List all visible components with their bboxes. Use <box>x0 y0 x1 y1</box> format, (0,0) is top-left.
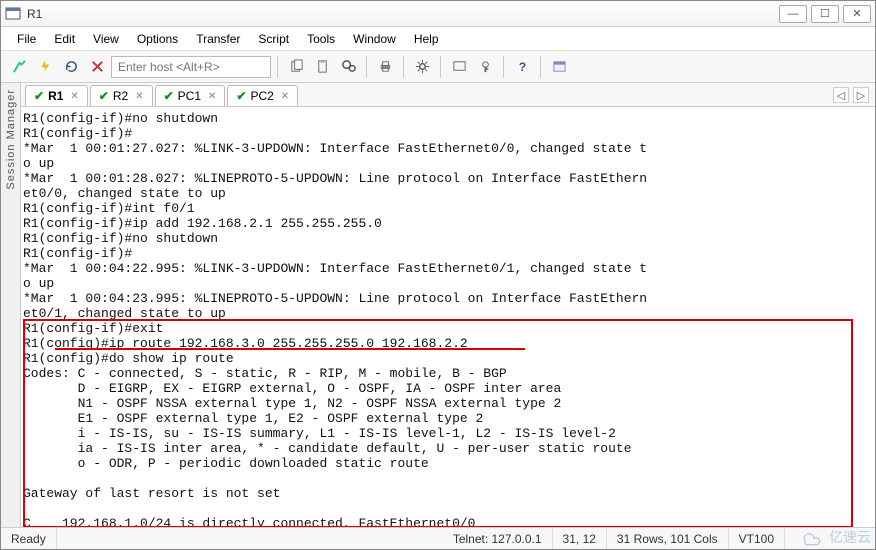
menu-bar: File Edit View Options Transfer Script T… <box>1 27 875 51</box>
check-icon: ✔ <box>99 89 109 103</box>
toolbar: ? <box>1 51 875 83</box>
disconnect-icon[interactable] <box>85 55 109 79</box>
check-icon: ✔ <box>34 89 44 103</box>
menu-help[interactable]: Help <box>406 29 447 49</box>
session-manager-label: Session Manager <box>5 89 17 190</box>
tab-label: PC1 <box>178 89 201 103</box>
terminal-output[interactable]: R1(config-if)#no shutdown R1(config-if)#… <box>21 107 875 527</box>
tab-pc2[interactable]: ✔ PC2 ✕ <box>227 85 298 106</box>
menu-file[interactable]: File <box>9 29 44 49</box>
find-icon[interactable] <box>336 55 360 79</box>
menu-view[interactable]: View <box>85 29 127 49</box>
session-icon[interactable] <box>447 55 471 79</box>
status-telnet: Telnet: 127.0.0.1 <box>443 528 553 549</box>
menu-edit[interactable]: Edit <box>46 29 83 49</box>
host-input[interactable] <box>111 56 271 78</box>
minimize-icon: — <box>788 8 799 20</box>
title-bar: R1 — ☐ ✕ <box>1 1 875 27</box>
menu-transfer[interactable]: Transfer <box>188 29 248 49</box>
copy-icon[interactable] <box>284 55 308 79</box>
new-tab-icon[interactable] <box>547 55 571 79</box>
close-tab-icon[interactable]: ✕ <box>135 91 143 102</box>
reconnect-icon[interactable] <box>59 55 83 79</box>
tab-scroll-left[interactable]: ◁ <box>833 87 849 103</box>
tab-scroll-right[interactable]: ▷ <box>853 87 869 103</box>
session-tab-bar: ✔ R1 ✕ ✔ R2 ✕ ✔ PC1 ✕ ✔ PC2 ✕ <box>21 83 875 107</box>
svg-text:?: ? <box>518 60 525 74</box>
close-tab-icon[interactable]: ✕ <box>70 91 78 102</box>
maximize-button[interactable]: ☐ <box>811 5 839 23</box>
tab-label: R2 <box>113 89 128 103</box>
terminal-area: R1(config-if)#no shutdown R1(config-if)#… <box>21 107 875 527</box>
close-tab-icon[interactable]: ✕ <box>281 91 289 102</box>
tab-r2[interactable]: ✔ R2 ✕ <box>90 85 153 106</box>
window-title: R1 <box>27 7 779 21</box>
settings-icon[interactable] <box>410 55 434 79</box>
status-ready: Ready <box>1 528 57 549</box>
minimize-button[interactable]: — <box>779 5 807 23</box>
session-manager-tab[interactable]: Session Manager <box>1 83 21 527</box>
check-icon: ✔ <box>164 89 174 103</box>
status-size: 31 Rows, 101 Cols <box>607 528 729 549</box>
tab-label: R1 <box>48 89 63 103</box>
close-tab-icon[interactable]: ✕ <box>208 91 216 102</box>
close-button[interactable]: ✕ <box>843 5 871 23</box>
check-icon: ✔ <box>236 89 246 103</box>
status-emulation: VT100 <box>729 528 785 549</box>
paste-icon[interactable] <box>310 55 334 79</box>
print-icon[interactable] <box>373 55 397 79</box>
tab-pc1[interactable]: ✔ PC1 ✕ <box>155 85 226 106</box>
connect-icon[interactable] <box>7 55 31 79</box>
tab-r1[interactable]: ✔ R1 ✕ <box>25 85 88 106</box>
close-icon: ✕ <box>852 7 861 20</box>
menu-options[interactable]: Options <box>129 29 186 49</box>
quick-connect-icon[interactable] <box>33 55 57 79</box>
tab-label: PC2 <box>250 89 273 103</box>
keymap-icon[interactable] <box>473 55 497 79</box>
menu-window[interactable]: Window <box>345 29 404 49</box>
menu-tools[interactable]: Tools <box>299 29 343 49</box>
status-cursor: 31, 12 <box>553 528 607 549</box>
menu-script[interactable]: Script <box>250 29 297 49</box>
status-bar: Ready Telnet: 127.0.0.1 31, 12 31 Rows, … <box>1 527 875 549</box>
maximize-icon: ☐ <box>820 7 830 20</box>
app-icon <box>5 6 21 22</box>
help-icon[interactable]: ? <box>510 55 534 79</box>
